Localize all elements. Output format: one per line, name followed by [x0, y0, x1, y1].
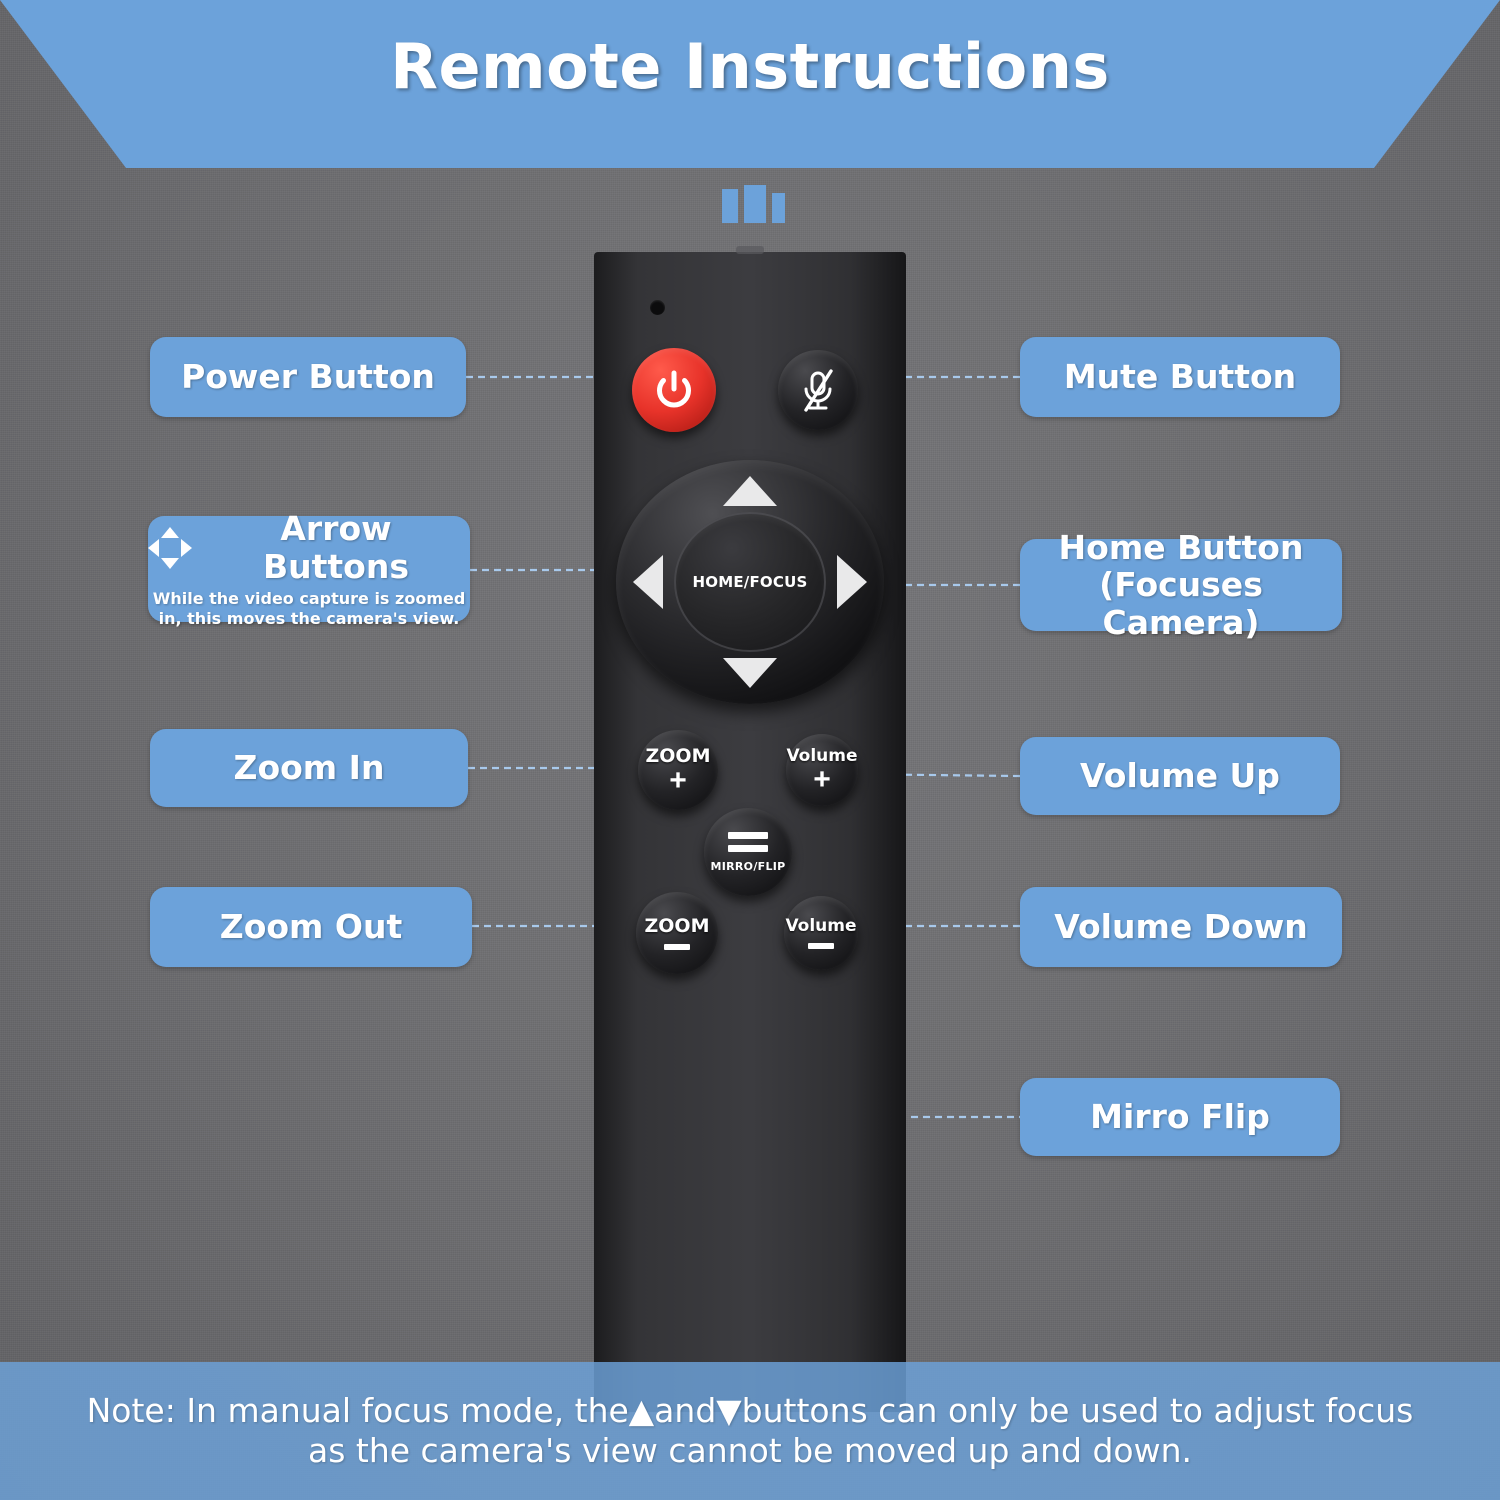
dpad-control: HOME/FOCUS [616, 460, 884, 704]
remote-control-body: HOME/FOCUS ZOOM + Volume + MIRRO/FLIP ZO… [594, 246, 906, 1412]
label-power-text: Power Button [181, 357, 435, 397]
zoom-in-button[interactable]: ZOOM + [638, 730, 718, 810]
label-mirror-flip[interactable]: Mirro Flip [1020, 1078, 1340, 1156]
volume-down-caption: Volume [785, 915, 857, 936]
note-line-1: Note: In manual focus mode, the▲and▼butt… [86, 1390, 1414, 1430]
label-mute-button[interactable]: Mute Button [1020, 337, 1340, 417]
label-home-line1: Home Button [1058, 527, 1304, 567]
volume-down-button[interactable]: Volume [784, 896, 858, 970]
header-banner: Remote Instructions [0, 0, 1500, 168]
label-mute-text: Mute Button [1063, 357, 1297, 397]
label-arrow-buttons[interactable]: Arrow Buttons While the video capture is… [148, 510, 470, 628]
zoom-out-button[interactable]: ZOOM [636, 892, 718, 974]
remote-top-tab [736, 246, 764, 254]
power-button[interactable] [632, 348, 716, 432]
mute-button[interactable] [778, 350, 858, 430]
arrow-up-button[interactable] [723, 476, 777, 506]
minus-icon [664, 943, 690, 950]
four-direction-arrow-icon [148, 526, 192, 569]
label-volume-down[interactable]: Volume Down [1020, 887, 1342, 967]
label-power-button[interactable]: Power Button [150, 337, 466, 417]
label-zoom-in[interactable]: Zoom In [150, 729, 468, 807]
label-zoom-out-text: Zoom Out [219, 907, 403, 947]
instruction-diagram: Remote Instructions HOME/FOCUS ZOOM + Vo… [0, 0, 1500, 1500]
ir-led-icon [650, 300, 665, 315]
arrow-down-button[interactable] [723, 658, 777, 688]
arrow-left-button[interactable] [633, 555, 663, 609]
mirror-flip-caption: MIRRO/FLIP [710, 859, 786, 873]
zoom-in-sign: + [669, 764, 687, 797]
home-focus-button[interactable]: HOME/FOCUS [674, 512, 826, 652]
label-arrows-description: While the video capture is zoomed in, th… [152, 589, 466, 628]
mirror-flip-button[interactable]: MIRRO/FLIP [704, 808, 792, 896]
volume-up-sign: + [813, 763, 831, 796]
label-arrows-text: Arrow Buttons [262, 509, 409, 586]
volume-up-button[interactable]: Volume + [786, 734, 858, 806]
arrow-right-button[interactable] [837, 555, 867, 609]
two-bars-flip-icon [724, 831, 772, 858]
label-volume-up-text: Volume Up [1080, 756, 1280, 796]
power-icon [657, 370, 691, 408]
three-bars-icon [722, 183, 792, 223]
home-focus-label: HOME/FOCUS [692, 573, 808, 591]
note-line-2: as the camera's view cannot be moved up … [307, 1431, 1192, 1470]
label-zoom-in-text: Zoom In [233, 748, 385, 788]
label-home-line2: (Focuses Camera) [1099, 565, 1263, 642]
page-title: Remote Instructions [390, 30, 1110, 103]
label-volume-down-text: Volume Down [1054, 907, 1308, 947]
label-mirror-flip-text: Mirro Flip [1090, 1097, 1270, 1137]
label-zoom-out[interactable]: Zoom Out [150, 887, 472, 967]
zoom-out-caption: ZOOM [644, 914, 710, 937]
footer-note: Note: In manual focus mode, the▲and▼butt… [0, 1362, 1500, 1500]
label-volume-up[interactable]: Volume Up [1020, 737, 1340, 815]
microphone-muted-icon [804, 369, 833, 412]
label-home-button[interactable]: Home Button (Focuses Camera) [1020, 528, 1342, 641]
minus-icon [808, 942, 834, 949]
